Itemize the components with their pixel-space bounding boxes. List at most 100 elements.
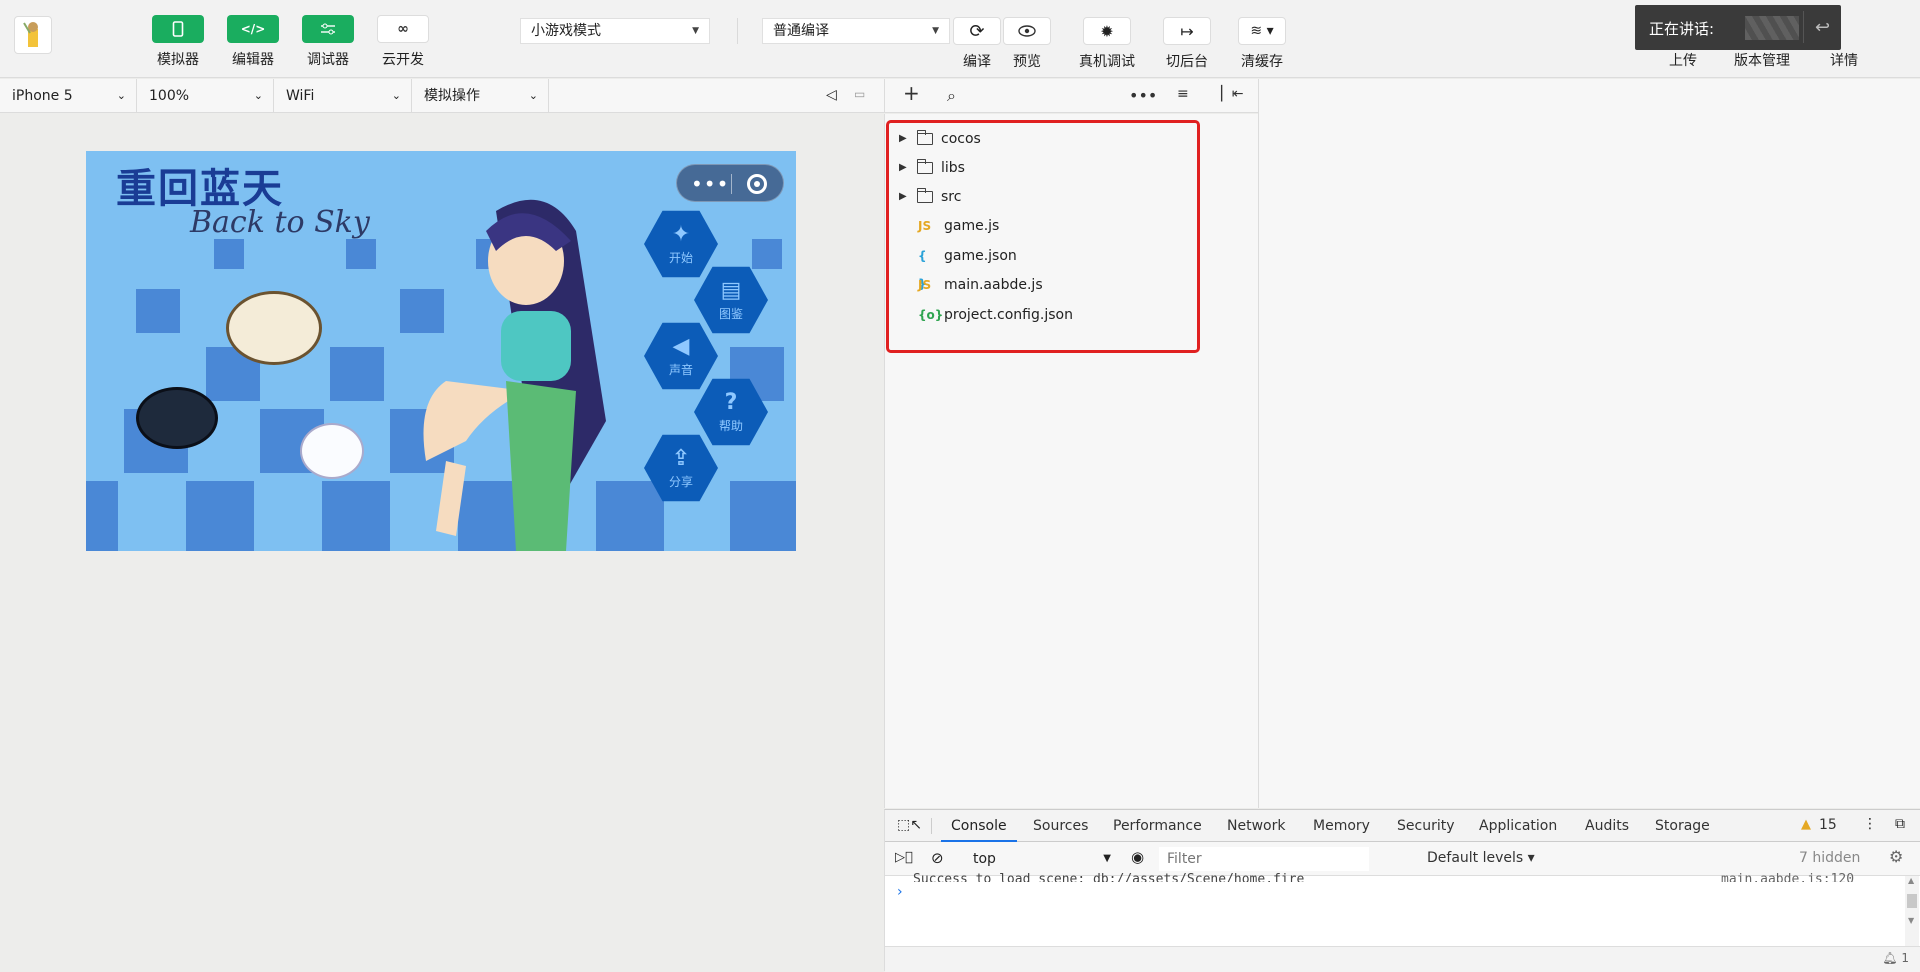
mode-select-value: 小游戏模式 — [531, 23, 601, 39]
notification-indicator[interactable]: 🔔︎ 1 — [1882, 951, 1909, 965]
network-select[interactable]: WiFi ⌄ — [274, 79, 412, 113]
version-management-button[interactable]: 版本管理 — [1734, 50, 1790, 70]
device-select-value: iPhone 5 — [12, 88, 73, 104]
zoom-select-value: 100% — [149, 88, 190, 104]
upload-button[interactable]: 上传 — [1669, 50, 1697, 70]
girl-character — [423, 199, 606, 551]
details-button[interactable]: 详情 — [1830, 50, 1858, 70]
mini-program-capsule[interactable]: ••• — [676, 164, 784, 202]
gear-icon[interactable]: ⚙ — [1889, 847, 1903, 866]
tab-console[interactable]: Console — [941, 810, 1017, 842]
hidden-count: 7 hidden — [1799, 850, 1861, 866]
mode-select[interactable]: 小游戏模式 ▼ — [520, 18, 710, 44]
bg-tile — [86, 481, 118, 551]
bg-tile — [752, 239, 782, 269]
exit-arrow-icon: ↦ — [1163, 17, 1211, 45]
sound-label: 声音 — [668, 363, 693, 377]
chevron-down-icon: ⌄ — [391, 89, 401, 102]
gallery-label: 图鉴 — [718, 307, 743, 321]
scroll-thumb[interactable] — [1907, 894, 1917, 908]
background-label: 切后台 — [1166, 54, 1208, 70]
toggle-panel-icon[interactable]: ▏⇤ — [1221, 86, 1244, 102]
sidebar-toggle-icon[interactable]: ▷⃞ — [895, 850, 913, 865]
file-panel-toolbar: + ⌕ ••• ≡ ▏⇤ — [884, 79, 1258, 113]
zoom-select[interactable]: 100% ⌄ — [137, 79, 274, 113]
speaker-avatars — [1745, 16, 1799, 40]
tab-sources[interactable]: Sources — [1033, 810, 1088, 842]
search-icon[interactable]: ⌕ — [947, 86, 956, 106]
warning-icon[interactable]: ▲ — [1801, 817, 1811, 832]
compile-select[interactable]: 普通编译 ▼ — [762, 18, 950, 44]
devtools-panel: ⬚↖ Console Sources Performance Network M… — [884, 809, 1920, 972]
voice-chat-overlay: 正在讲话: ↩ — [1635, 5, 1841, 50]
clear-cache-button[interactable]: ≋ ▾ 清缓存 — [1227, 17, 1297, 71]
tab-security[interactable]: Security — [1397, 810, 1455, 842]
simulator-toggle[interactable]: 模拟器 — [143, 15, 213, 69]
console-log-line: Success to load scene: db://assets/Scene… — [913, 872, 1305, 882]
context-select[interactable]: top ▼ — [965, 847, 1115, 871]
project-avatar[interactable] — [14, 16, 52, 54]
log-levels-select[interactable]: Default levels ▾ — [1427, 850, 1535, 866]
console-scrollbar[interactable]: ▲ ▼ — [1905, 876, 1919, 946]
cloud-dev-button[interactable]: ∞ 云开发 — [368, 15, 438, 69]
more-icon[interactable]: ••• — [691, 172, 729, 196]
cloud-dev-label: 云开发 — [382, 52, 424, 68]
prompt-chevron-icon: › — [897, 884, 903, 900]
tab-network[interactable]: Network — [1227, 810, 1285, 842]
game-screen[interactable]: 重回蓝天 Back to Sky ••• ✦ 开始 ▤ 图鉴 ◀ 声音 ? 帮助… — [86, 151, 796, 551]
caret-down-icon: ▼ — [932, 26, 939, 36]
console-log-source[interactable]: main.aabde.js:120 — [1721, 872, 1854, 882]
tab-performance[interactable]: Performance — [1113, 810, 1202, 842]
eye-icon[interactable]: ◉ — [1131, 848, 1144, 866]
console-filter-input[interactable] — [1159, 847, 1369, 871]
more-icon[interactable]: ••• — [1129, 86, 1157, 105]
bg-tile — [346, 239, 376, 269]
clear-console-icon[interactable]: ⊘ — [931, 849, 944, 867]
reply-arrow-icon[interactable]: ↩ — [1803, 11, 1841, 43]
warning-count: 15 — [1819, 817, 1837, 833]
help-label: 帮助 — [718, 419, 743, 433]
simulator-toolbar: iPhone 5 ⌄ 100% ⌄ WiFi ⌄ 模拟操作 ⌄ ◁ ▭ — [0, 79, 884, 113]
avatar-icon — [23, 22, 38, 47]
tab-divider — [931, 818, 932, 834]
chevron-down-icon: ⌄ — [253, 89, 263, 102]
share-icon: ⇪ — [671, 446, 691, 471]
background-button[interactable]: ↦ 切后台 — [1152, 17, 1222, 71]
device-select[interactable]: iPhone 5 ⌄ — [0, 79, 137, 113]
remote-debug-button[interactable]: ✹ 真机调试 — [1072, 17, 1142, 71]
simulator-label: 模拟器 — [157, 52, 199, 68]
tab-memory[interactable]: Memory — [1313, 810, 1370, 842]
remote-debug-label: 真机调试 — [1079, 54, 1135, 70]
caret-down-icon: ▼ — [692, 26, 699, 36]
scroll-down-icon[interactable]: ▼ — [1908, 916, 1914, 925]
start-button[interactable]: ✦ 开始 — [644, 210, 718, 278]
preview-button[interactable]: 预览 — [993, 17, 1061, 71]
scroll-up-icon[interactable]: ▲ — [1908, 876, 1914, 885]
highlight-box — [886, 120, 1200, 353]
editor-toggle[interactable]: </> 编辑器 — [218, 15, 288, 69]
tab-storage[interactable]: Storage — [1655, 810, 1710, 842]
undock-icon[interactable]: ⧉ — [1895, 816, 1905, 832]
white-bird — [226, 291, 322, 365]
bg-tile — [214, 239, 244, 269]
inspect-element-icon[interactable]: ⬚↖ — [897, 817, 922, 833]
gallery-button[interactable]: ▤ 图鉴 — [694, 266, 768, 334]
context-value: top — [973, 851, 996, 867]
operation-select-value: 模拟操作 — [424, 88, 480, 104]
speaker-icon[interactable]: ◁ — [826, 87, 837, 103]
add-file-icon[interactable]: + — [903, 81, 920, 105]
devtools-tabbar: ⬚↖ Console Sources Performance Network M… — [885, 810, 1920, 842]
bg-tile — [330, 347, 384, 401]
tab-application[interactable]: Application — [1479, 810, 1557, 842]
close-circle-icon[interactable] — [747, 174, 767, 194]
wing-icon: ✦ — [671, 222, 691, 247]
debugger-toggle[interactable]: 调试器 — [293, 15, 363, 69]
notification-count: 1 — [1901, 951, 1909, 965]
sound-button[interactable]: ◀ 声音 — [644, 322, 718, 390]
preview-label: 预览 — [1013, 54, 1041, 70]
collapse-icon[interactable]: ≡ — [1177, 86, 1189, 102]
tab-audits[interactable]: Audits — [1585, 810, 1629, 842]
kebab-menu-icon[interactable]: ⋮ — [1863, 816, 1877, 832]
operation-select[interactable]: 模拟操作 ⌄ — [412, 79, 549, 113]
window-icon[interactable]: ▭ — [854, 87, 865, 101]
